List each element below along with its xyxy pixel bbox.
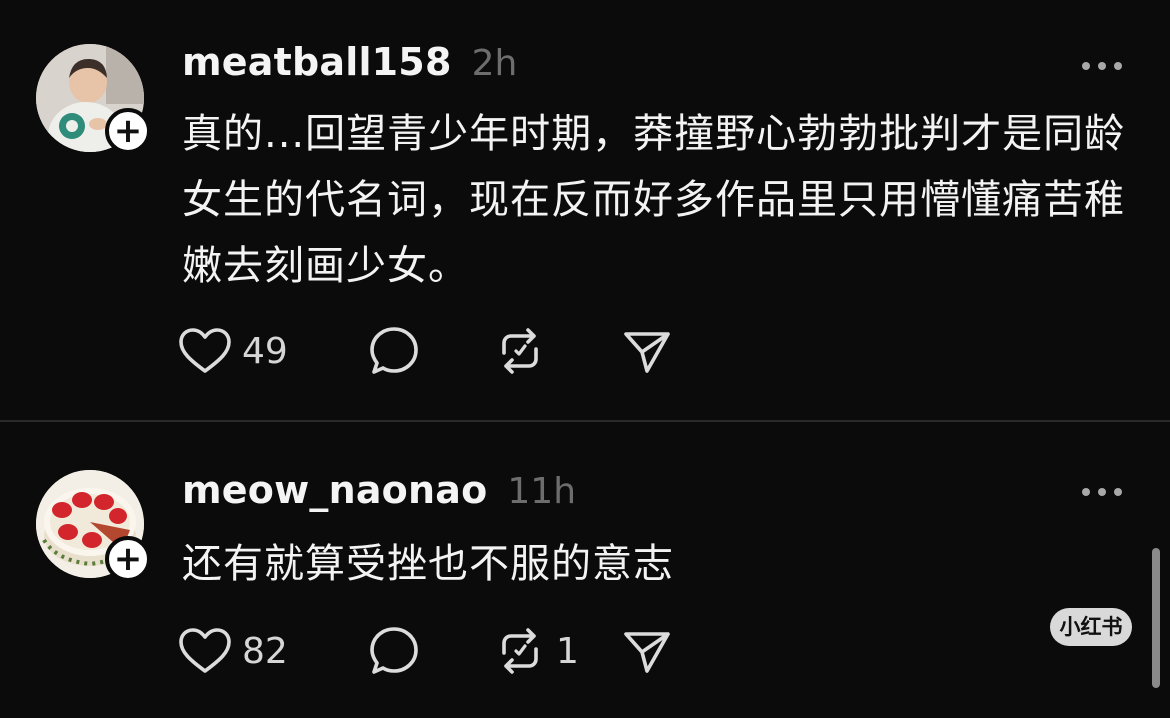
thread-post: + meatball158 2h 真的...回望青少年时期，莽撞野心勃勃批判才是… xyxy=(0,0,1170,420)
repost-icon xyxy=(502,628,538,674)
post-body: 还有就算受挫也不服的意志 xyxy=(182,541,674,587)
repost-count: 1 xyxy=(556,630,579,672)
post-header: meatball158 2h xyxy=(182,40,517,90)
timestamp: 2h xyxy=(471,43,518,84)
post-header: meow_naonao 11h xyxy=(182,468,576,518)
follow-plus-icon[interactable]: + xyxy=(105,108,151,154)
share-button[interactable] xyxy=(621,323,673,379)
like-count: 82 xyxy=(242,630,288,672)
thread-post: + meow_naonao 11h 还有就算受挫也不服的意志 82 1 xyxy=(0,422,1170,718)
send-icon xyxy=(624,632,670,673)
timestamp: 11h xyxy=(507,471,577,512)
repost-button[interactable] xyxy=(494,323,556,379)
like-button[interactable]: 82 xyxy=(178,623,288,679)
like-count: 49 xyxy=(242,330,288,372)
comment-bubble-icon xyxy=(370,627,418,674)
comment-button[interactable] xyxy=(368,323,420,379)
repost-icon xyxy=(502,328,538,374)
more-dots-icon[interactable] xyxy=(1082,59,1122,73)
repost-button[interactable]: 1 xyxy=(494,623,579,679)
send-icon xyxy=(624,332,670,373)
scrollbar[interactable] xyxy=(1152,548,1160,688)
username[interactable]: meow_naonao xyxy=(182,468,487,512)
comment-bubble-icon xyxy=(370,327,418,374)
xiaohongshu-watermark: 小红书 xyxy=(1050,608,1132,646)
comment-button[interactable] xyxy=(368,623,420,679)
share-button[interactable] xyxy=(621,623,673,679)
heart-icon xyxy=(179,328,231,373)
heart-icon xyxy=(179,628,231,673)
more-dots-icon[interactable] xyxy=(1082,485,1122,499)
username[interactable]: meatball158 xyxy=(182,40,452,84)
post-body: 真的...回望青少年时期，莽撞野心勃勃批判才是同龄女生的代名词，现在反而好多作品… xyxy=(182,111,1126,289)
follow-plus-icon[interactable]: + xyxy=(105,536,151,582)
like-button[interactable]: 49 xyxy=(178,323,288,379)
